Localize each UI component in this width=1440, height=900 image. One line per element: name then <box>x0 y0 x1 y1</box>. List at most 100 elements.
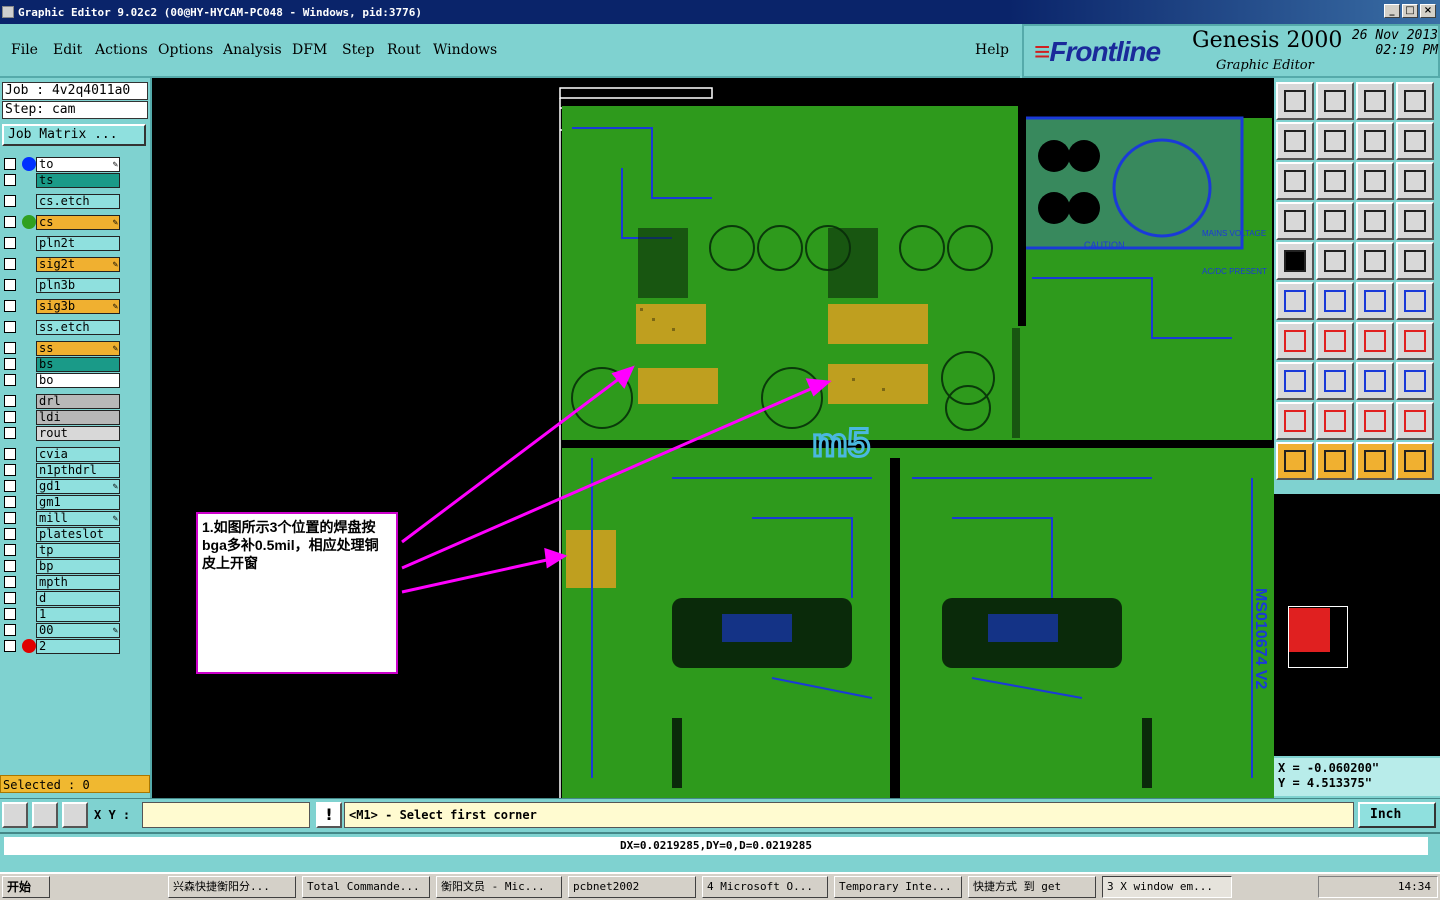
layer-name[interactable]: 2 <box>36 638 120 654</box>
layer-row[interactable]: ss ✎ <box>2 340 122 356</box>
layer-row[interactable]: 1 <box>2 606 122 622</box>
layer-name[interactable]: gm1 <box>36 494 120 510</box>
wrench-tool-button[interactable] <box>1276 202 1314 240</box>
zoom-tool-button[interactable] <box>1316 162 1354 200</box>
split-tool-button[interactable] <box>1316 362 1354 400</box>
menu-rout[interactable]: Rout <box>387 42 421 58</box>
layer-color-dot[interactable] <box>22 357 36 371</box>
open-tool-button[interactable] <box>1276 82 1314 120</box>
layer-checkbox[interactable] <box>4 640 16 652</box>
menu-help[interactable]: Help <box>975 42 1009 58</box>
layer-color-dot[interactable] <box>22 511 36 525</box>
taskbar-task[interactable]: 4 Microsoft O... <box>702 876 828 898</box>
pan-tool-button[interactable] <box>1276 162 1314 200</box>
layer-color-dot[interactable] <box>22 495 36 509</box>
tri3-tool-button[interactable] <box>1356 402 1394 440</box>
layer-color-dot[interactable] <box>22 299 36 313</box>
layer-name[interactable]: bs <box>36 356 120 372</box>
select4-tool-button[interactable] <box>1396 442 1434 480</box>
graphic-canvas[interactable]: CAUTION MAINS VOLTAGE AC/DC PRESENT m5 M… <box>152 78 1274 798</box>
layer-name[interactable]: rout <box>36 425 120 441</box>
cross-tool-button[interactable] <box>1316 282 1354 320</box>
layer-name[interactable]: plateslot <box>36 526 120 542</box>
layer-row[interactable]: gm1 <box>2 494 122 510</box>
layer-name[interactable]: ss.etch <box>36 319 120 335</box>
layer-checkbox[interactable] <box>4 608 16 620</box>
layer-color-dot[interactable] <box>22 559 36 573</box>
probe2-tool-button[interactable] <box>1396 202 1434 240</box>
job-matrix-button[interactable]: Job Matrix ... <box>2 124 146 146</box>
layer-checkbox[interactable] <box>4 512 16 524</box>
layer-checkbox[interactable] <box>4 374 16 386</box>
layer-row[interactable]: ss.etch <box>2 319 122 335</box>
layer-name[interactable]: 1 <box>36 606 120 622</box>
fork-tool-button[interactable] <box>1396 322 1434 360</box>
layer-name[interactable]: ldi <box>36 409 120 425</box>
layer-row[interactable]: n1pthdrl <box>2 462 122 478</box>
layer-color-dot[interactable] <box>22 426 36 440</box>
line-tool-button[interactable] <box>1316 242 1354 280</box>
layer-name[interactable]: n1pthdrl <box>36 462 120 478</box>
measure-button[interactable] <box>32 802 58 828</box>
layer-row[interactable]: ts <box>2 172 122 188</box>
layer-row[interactable]: cs.etch <box>2 193 122 209</box>
taskbar-task[interactable]: 3 X window em... <box>1102 876 1232 898</box>
layer-checkbox[interactable] <box>4 496 16 508</box>
circle-tool-button[interactable] <box>1396 242 1434 280</box>
layer-checkbox[interactable] <box>4 448 16 460</box>
layer-name[interactable]: pln2t <box>36 235 120 251</box>
pad-tool-button[interactable] <box>1276 242 1314 280</box>
unit-selector[interactable]: Inch <box>1358 802 1436 828</box>
layer-name[interactable]: sig2t ✎ <box>36 256 120 272</box>
layer-row[interactable]: mpth <box>2 574 122 590</box>
minimize-button[interactable]: _ <box>1384 4 1400 18</box>
layer-color-dot[interactable] <box>22 575 36 589</box>
layer-checkbox[interactable] <box>4 480 16 492</box>
layer-checkbox[interactable] <box>4 528 16 540</box>
layer-row[interactable]: mill ✎ <box>2 510 122 526</box>
arc2-tool-button[interactable] <box>1396 282 1434 320</box>
layer-row[interactable]: to ✎ <box>2 156 122 172</box>
layer-row[interactable]: sig3b ✎ <box>2 298 122 314</box>
menu-dfm[interactable]: DFM <box>292 42 327 58</box>
layer-color-dot[interactable] <box>22 341 36 355</box>
layer-checkbox[interactable] <box>4 342 16 354</box>
layer-name[interactable]: tp <box>36 542 120 558</box>
layer-row[interactable]: drl <box>2 393 122 409</box>
select2-tool-button[interactable] <box>1316 442 1354 480</box>
curve-tool-button[interactable] <box>1356 322 1394 360</box>
grid-tool-button[interactable] <box>1316 202 1354 240</box>
layer-name[interactable]: drl <box>36 393 120 409</box>
xy-input[interactable] <box>142 802 310 828</box>
menu-windows[interactable]: Windows <box>433 42 497 58</box>
layer-color-dot[interactable] <box>22 591 36 605</box>
angle-tool-button[interactable] <box>1276 322 1314 360</box>
help-tool-button[interactable] <box>1396 162 1434 200</box>
box-tool-button[interactable] <box>1396 362 1434 400</box>
close-button[interactable]: × <box>1420 4 1436 18</box>
layer-name[interactable]: bo <box>36 372 120 388</box>
layer-row[interactable]: 00 ✎ <box>2 622 122 638</box>
layer-color-dot[interactable] <box>22 320 36 334</box>
probe-tool-button[interactable] <box>1356 202 1394 240</box>
layer-row[interactable]: tp <box>2 542 122 558</box>
window-tool-button[interactable] <box>1396 82 1434 120</box>
layer-row[interactable]: pln2t <box>2 235 122 251</box>
tri-tool-button[interactable] <box>1276 402 1314 440</box>
layer-color-dot[interactable] <box>22 447 36 461</box>
menu-actions[interactable]: Actions <box>95 42 148 58</box>
grid-button[interactable] <box>62 802 88 828</box>
layer-row[interactable]: 2 <box>2 638 122 654</box>
layer-color-dot[interactable] <box>22 463 36 477</box>
layer-name[interactable]: mpth <box>36 574 120 590</box>
layer-row[interactable]: bo <box>2 372 122 388</box>
layer-name[interactable]: 00 ✎ <box>36 622 120 638</box>
menu-file[interactable]: File <box>11 42 38 58</box>
layer-checkbox[interactable] <box>4 195 16 207</box>
ruler-tool-button[interactable] <box>1356 242 1394 280</box>
layer-checkbox[interactable] <box>4 321 16 333</box>
layer-checkbox[interactable] <box>4 560 16 572</box>
menu-options[interactable]: Options <box>158 42 213 58</box>
select3-tool-button[interactable] <box>1356 442 1394 480</box>
layer-row[interactable]: gd1 ✎ <box>2 478 122 494</box>
